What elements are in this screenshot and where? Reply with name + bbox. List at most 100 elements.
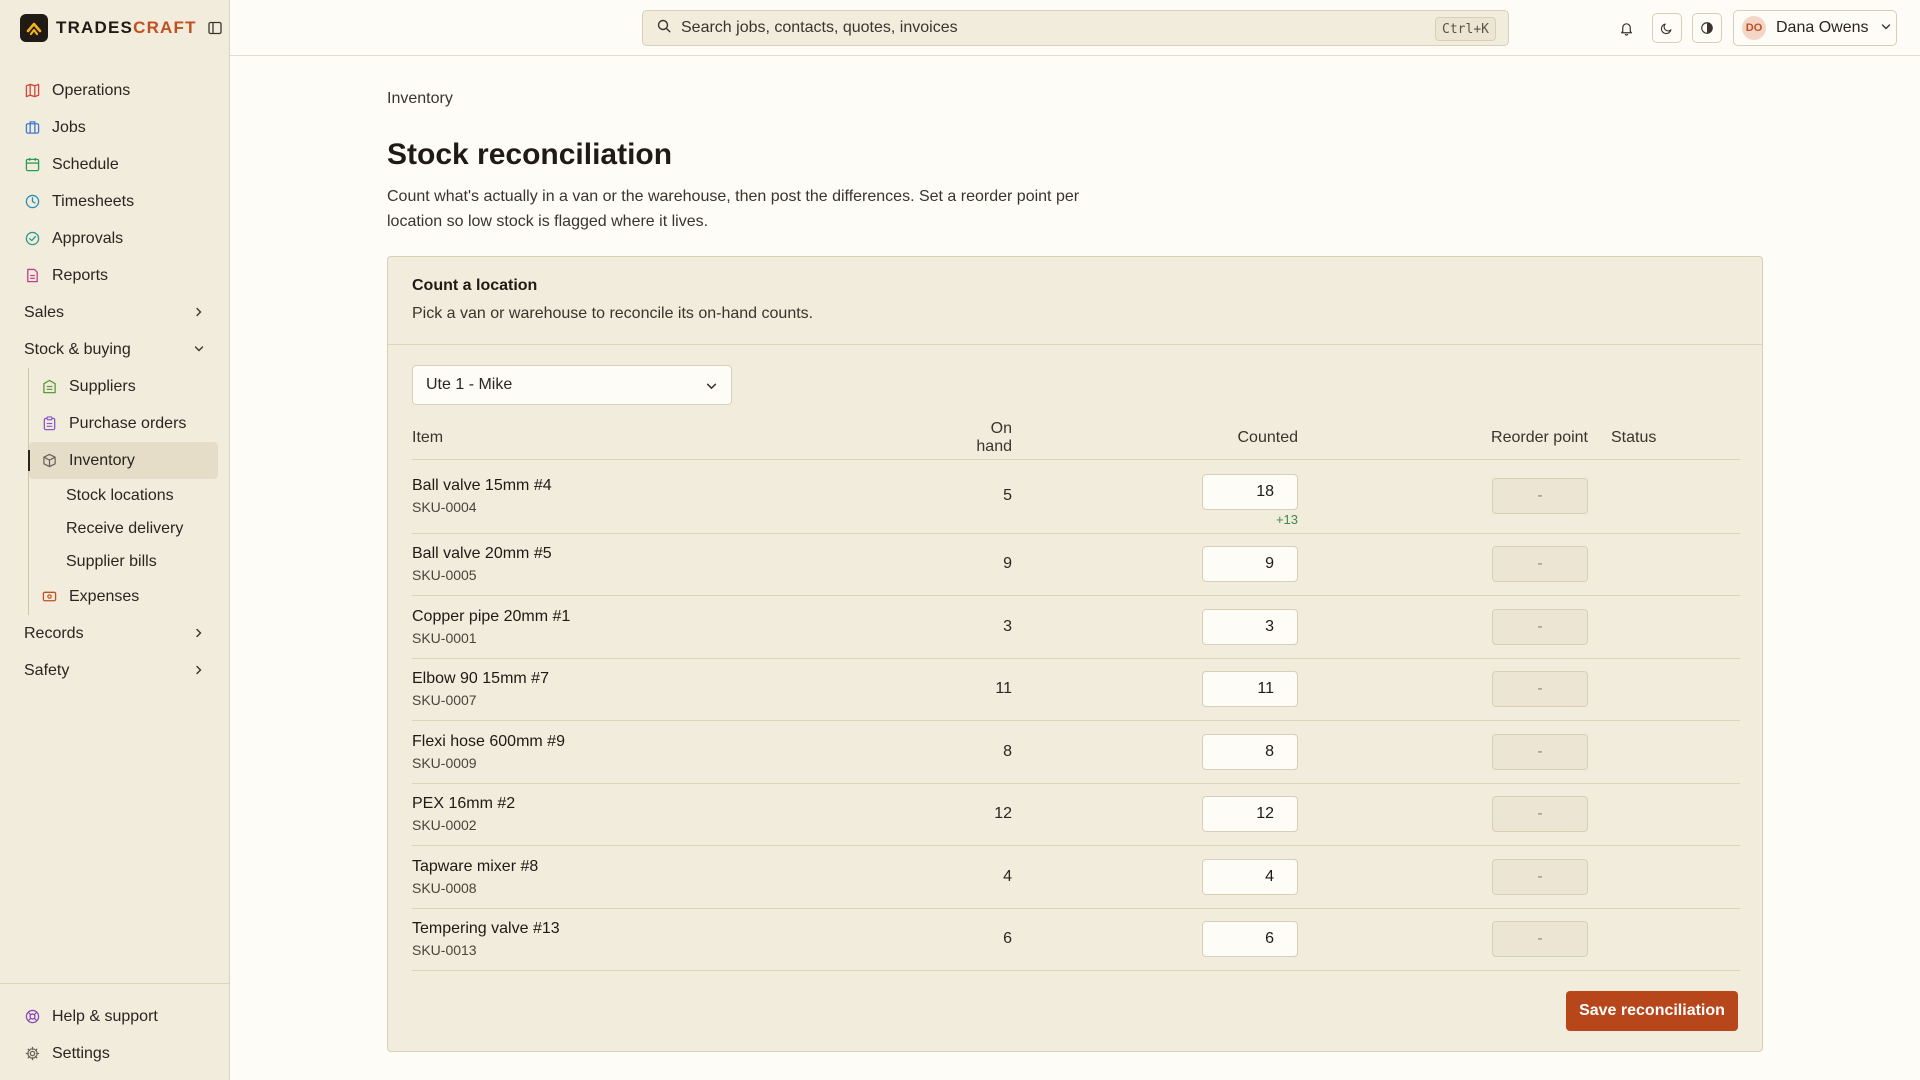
search-input[interactable]: Search jobs, contacts, quotes, invoices … — [642, 10, 1509, 46]
reorder-point-input[interactable]: - — [1492, 671, 1588, 707]
main-nav: Operations Jobs Schedule Timesheets Appr… — [0, 72, 230, 689]
on-hand-value: 3 — [962, 595, 1012, 659]
counted-cell: 18 +13 — [1012, 459, 1298, 534]
reorder-point-input[interactable]: - — [1492, 478, 1588, 514]
brand-logo-icon — [20, 14, 48, 42]
counted-cell: 12 — [1012, 783, 1298, 846]
sidebar-item-label: Approvals — [52, 229, 124, 247]
counted-input[interactable]: 11 — [1202, 671, 1298, 707]
item-sku: SKU-0002 — [412, 817, 477, 833]
counted-input[interactable]: 6 — [1202, 921, 1298, 957]
item-cell: Tapware mixer #8 SKU-0008 — [412, 845, 962, 909]
table-row: PEX 16mm #2 SKU-0002 12 12 - — [412, 783, 1740, 846]
sidebar-group-sales[interactable]: Sales — [0, 294, 230, 331]
sidebar-item-label: Reports — [52, 266, 109, 284]
reorder-point-input[interactable]: - — [1492, 921, 1588, 957]
sidebar-item-timesheets[interactable]: Timesheets — [0, 183, 230, 220]
sidebar-item-stock-locations[interactable]: Stock locations — [29, 479, 230, 512]
moon-icon[interactable] — [1652, 13, 1682, 43]
sidebar-item-label: Purchase orders — [69, 414, 187, 432]
status-cell — [1588, 783, 1740, 846]
sidebar-group-label: Sales — [24, 303, 65, 321]
reorder-point-input[interactable]: - — [1492, 608, 1588, 645]
stock-submenu: Suppliers Purchase orders Inventory Stoc… — [28, 368, 230, 615]
card-title: Count a location — [412, 277, 538, 294]
location-selected-value: Ute 1 - Mike — [426, 376, 513, 393]
reorder-point-input[interactable]: - — [1492, 733, 1588, 770]
reorder-cell: - — [1298, 459, 1588, 534]
item-sku: SKU-0009 — [412, 754, 477, 771]
table-row: Tapware mixer #8 SKU-0008 4 4 - — [412, 845, 1740, 909]
on-hand-value: 5 — [962, 459, 1012, 534]
lifebuoy-icon — [24, 1009, 40, 1025]
search-shortcut: Ctrl+K — [1435, 17, 1496, 41]
card-header: Count a location Pick a van or warehouse… — [388, 257, 1762, 345]
status-cell — [1588, 459, 1740, 534]
sidebar-item-inventory[interactable]: Inventory — [28, 442, 218, 479]
card-subtitle: Pick a van or warehouse to reconcile its… — [412, 305, 814, 322]
sidebar-item-schedule[interactable]: Schedule — [0, 146, 230, 183]
breadcrumb[interactable]: Inventory — [387, 90, 453, 108]
brand[interactable]: TRADESCRAFT — [20, 14, 223, 42]
sidebar-group-label: Stock & buying — [24, 340, 131, 358]
table-row: Ball valve 20mm #5 SKU-0005 9 9 - — [412, 533, 1740, 596]
sidebar-item-expenses[interactable]: Expenses — [29, 578, 218, 615]
chevron-right-icon — [194, 662, 204, 680]
sidebar-item-suppliers[interactable]: Suppliers — [29, 368, 218, 405]
reorder-cell: - — [1298, 845, 1588, 909]
item-cell: Tempering valve #13 SKU-0013 — [412, 908, 962, 971]
card-icon — [41, 589, 57, 605]
counted-input[interactable]: 9 — [1202, 546, 1298, 582]
sidebar-item-approvals[interactable]: Approvals — [0, 220, 230, 257]
on-hand-value: 4 — [962, 845, 1012, 909]
chevron-right-icon — [194, 625, 204, 643]
reorder-point-input[interactable]: - — [1492, 858, 1588, 895]
file-icon — [24, 268, 40, 284]
sidebar-item-purchase-orders[interactable]: Purchase orders — [29, 405, 218, 442]
on-hand-value: 12 — [962, 783, 1012, 846]
item-cell: Elbow 90 15mm #7 SKU-0007 — [412, 658, 962, 721]
sidebar-group-records[interactable]: Records — [0, 615, 230, 652]
sidebar-item-help[interactable]: Help & support — [0, 998, 230, 1035]
sidebar-group-label: Safety — [24, 661, 70, 679]
sidebar-collapse-icon[interactable] — [207, 20, 223, 36]
counted-input[interactable]: 4 — [1202, 858, 1298, 895]
contrast-icon[interactable] — [1692, 13, 1722, 43]
counted-input[interactable]: 18 — [1202, 473, 1298, 510]
status-cell — [1588, 658, 1740, 721]
counted-input[interactable]: 3 — [1202, 608, 1298, 645]
box-icon — [41, 453, 57, 469]
column-header-counted: Counted — [1012, 417, 1298, 460]
reorder-point-input[interactable]: - — [1492, 796, 1588, 832]
sidebar-item-label: Suppliers — [69, 377, 136, 395]
location-select[interactable]: Ute 1 - Mike — [412, 365, 732, 405]
save-reconciliation-button[interactable]: Save reconciliation — [1566, 991, 1738, 1031]
counted-input[interactable]: 8 — [1202, 733, 1298, 770]
sidebar-group-stock-buying[interactable]: Stock & buying — [0, 331, 230, 368]
sidebar-group-safety[interactable]: Safety — [0, 652, 230, 689]
reorder-cell: - — [1298, 783, 1588, 846]
clock-icon — [24, 194, 40, 210]
sidebar-item-label: Schedule — [52, 155, 119, 173]
gear-icon — [24, 1046, 40, 1062]
avatar: DO — [1742, 16, 1766, 40]
bell-icon[interactable] — [1611, 13, 1641, 43]
item-sku: SKU-0004 — [412, 499, 477, 515]
sidebar-item-receive-delivery[interactable]: Receive delivery — [29, 512, 230, 545]
item-name: Ball valve 15mm #4 — [412, 477, 552, 494]
reorder-point-input[interactable]: - — [1492, 546, 1588, 582]
table-row: Elbow 90 15mm #7 SKU-0007 11 11 - — [412, 658, 1740, 721]
column-header-on-hand: On hand — [962, 417, 1012, 460]
item-name: Elbow 90 15mm #7 — [412, 670, 549, 687]
counted-input[interactable]: 12 — [1202, 796, 1298, 832]
on-hand-value: 8 — [962, 720, 1012, 784]
sidebar-item-reports[interactable]: Reports — [0, 257, 230, 294]
reorder-cell: - — [1298, 533, 1588, 596]
sidebar-item-label: Jobs — [52, 118, 86, 136]
sidebar-item-jobs[interactable]: Jobs — [0, 109, 230, 146]
sidebar-item-settings[interactable]: Settings — [0, 1035, 230, 1072]
sidebar-item-supplier-bills[interactable]: Supplier bills — [29, 545, 230, 578]
sidebar-item-operations[interactable]: Operations — [0, 72, 230, 109]
user-menu[interactable]: DO Dana Owens — [1733, 10, 1897, 46]
status-cell — [1588, 595, 1740, 659]
